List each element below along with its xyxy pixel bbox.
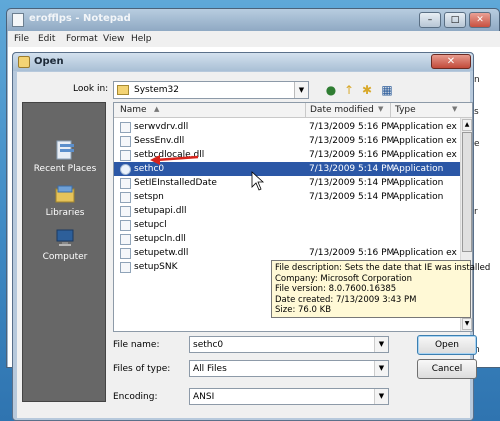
mouse-cursor-icon — [251, 171, 265, 191]
red-arrow-annotation — [150, 155, 199, 165]
annotation-overlay — [150, 155, 265, 191]
desktop-background: erofflps - Notepad – □ ✕ File Edit Forma… — [0, 0, 500, 421]
